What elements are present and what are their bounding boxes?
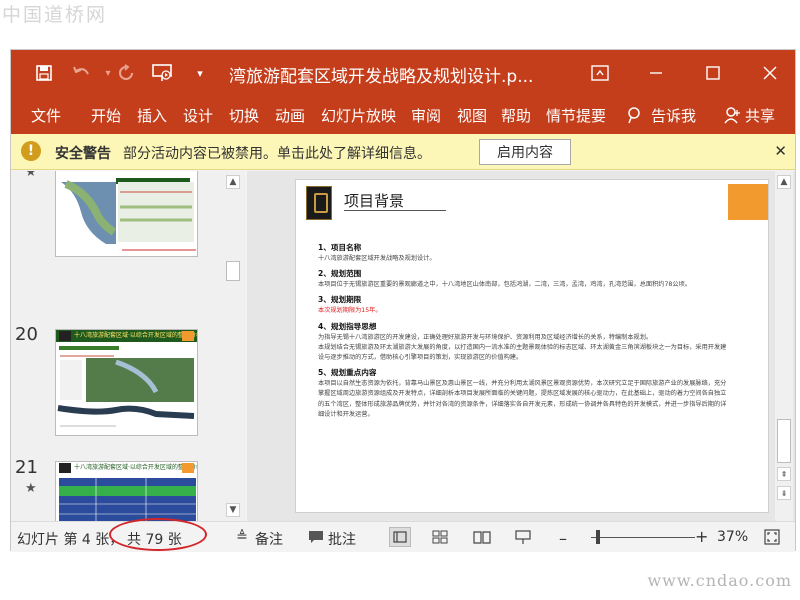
scroll-up-icon[interactable]: ▲: [226, 175, 240, 189]
watermark-bottom: www.cndao.com: [647, 571, 792, 590]
slide-counter: 幻灯片 第 4 张，: [17, 532, 124, 548]
close-security-bar-icon[interactable]: ✕: [774, 142, 787, 160]
scrollbar-thumb[interactable]: [226, 261, 240, 281]
zoom-out-icon[interactable]: –: [559, 529, 567, 548]
slide-scrollbar[interactable]: ▲ ⇞ ⇟: [775, 171, 793, 521]
powerpoint-window: ▾ ▾ 湾旅游配套区域开发战略及规划设计.p... 文件 开始 插入 设计 切换…: [10, 49, 796, 552]
security-warning-title: 安全警告: [55, 146, 111, 162]
lightbulb-icon: [625, 106, 643, 128]
orange-accent-block: [728, 184, 768, 220]
section-text: 本项目以自然生态资源为依托，背靠马山景区及惠山景区一线，并充分利用太湖风景区景观…: [318, 380, 727, 418]
section-text: 十八湾旅游配套区域开发战略及规划设计。: [318, 255, 436, 262]
present-from-start-icon[interactable]: [151, 62, 173, 84]
annotation-circle: [109, 518, 207, 551]
save-icon[interactable]: [33, 62, 55, 84]
thumbnail-pane: ★ 20 十八湾旅游配套区域·以综合开发区域的整体分析 21 ★ 十八湾旅游配套…: [11, 171, 245, 521]
zoom-slider-handle[interactable]: [596, 530, 600, 544]
tab-insert[interactable]: 插入: [137, 105, 167, 126]
slide-number: 21: [15, 457, 38, 478]
tab-home[interactable]: 开始: [91, 105, 121, 126]
section-text: 本项目位于无锡旅游区重要的景观廊道之中，十八湾地区山体南部，包括鸿湖，二湾，三湾…: [318, 281, 691, 289]
enable-content-button[interactable]: 启用内容: [479, 139, 571, 165]
notes-icon[interactable]: ≜: [233, 529, 251, 545]
ribbon-tabs: 文件 开始 插入 设计 切换 动画 幻灯片放映 审阅 视图 帮助 情节提要 告诉…: [11, 96, 795, 134]
normal-view-icon[interactable]: [389, 527, 411, 547]
customize-qat-icon[interactable]: ▾: [189, 62, 211, 84]
slide-body: 1、项目名称 十八湾旅游配套区域开发战略及规划设计。 2、规划范围 本项目位于无…: [318, 238, 730, 420]
section-heading: 4、规划指导思想: [318, 321, 377, 331]
zoom-in-icon[interactable]: +: [695, 527, 708, 546]
share-button[interactable]: 共享: [745, 105, 775, 126]
ribbon-display-options-icon[interactable]: [585, 58, 615, 88]
scroll-down-double-icon[interactable]: ⇟: [777, 486, 791, 500]
slide-number: 20: [15, 324, 38, 345]
company-logo: [306, 186, 332, 220]
zoom-level[interactable]: 37%: [717, 529, 748, 545]
title-bar: ▾ ▾ 湾旅游配套区域开发战略及规划设计.p...: [11, 50, 795, 96]
fit-slide-icon[interactable]: [763, 529, 781, 545]
tell-me-search[interactable]: 告诉我: [651, 105, 696, 126]
tab-review[interactable]: 审阅: [411, 105, 441, 126]
slide-sorter-icon[interactable]: [431, 529, 449, 545]
document-title: 湾旅游配套区域开发战略及规划设计.p...: [229, 67, 534, 87]
reading-view-icon[interactable]: [473, 529, 491, 545]
scrollbar-thumb[interactable]: [777, 419, 791, 463]
slide-thumbnail-20[interactable]: 十八湾旅游配套区域·以综合开发区域的整体分析: [55, 329, 198, 436]
section-text: 本规划结合无锡旅游及环太湖旅游大发展的角度，以打造国内一流水准的主题景观体验的标…: [318, 343, 727, 362]
tab-help[interactable]: 帮助: [501, 105, 531, 126]
comments-icon[interactable]: [307, 529, 325, 545]
scroll-down-icon[interactable]: ▼: [226, 503, 240, 517]
animation-star-icon: ★: [25, 481, 37, 496]
section-heading: 3、规划期限: [318, 295, 362, 305]
maximize-icon[interactable]: [698, 58, 728, 88]
section-heading: 2、规划范围: [318, 269, 362, 279]
security-warning-bar: ! 安全警告 部分活动内容已被禁用。单击此处了解详细信息。 启用内容 ✕: [11, 134, 795, 170]
thumbnail-scrollbar[interactable]: ▲ ▼: [224, 171, 242, 521]
slide-show-icon[interactable]: [514, 529, 532, 545]
slide-editor: 项目背景 1、项目名称 十八湾旅游配套区域开发战略及规划设计。 2、规划范围 本…: [247, 171, 795, 521]
undo-icon[interactable]: [71, 62, 93, 84]
tab-view[interactable]: 视图: [457, 105, 487, 126]
section-text-highlight: 本次规划期限为15年。: [318, 307, 382, 315]
share-person-icon: [723, 106, 741, 128]
tab-slide-show[interactable]: 幻灯片放映: [321, 105, 396, 126]
slide-thumbnail[interactable]: [55, 171, 198, 257]
title-underline: [344, 210, 446, 211]
current-slide[interactable]: 项目背景 1、项目名称 十八湾旅游配套区域开发战略及规划设计。 2、规划范围 本…: [295, 179, 769, 513]
animation-star-icon: ★: [25, 171, 37, 180]
notes-button[interactable]: 备注: [255, 529, 283, 549]
scroll-up-icon[interactable]: ▲: [777, 175, 791, 189]
tab-file[interactable]: 文件: [31, 105, 61, 126]
section-heading: 1、项目名称: [318, 243, 362, 252]
scroll-up-double-icon[interactable]: ⇞: [777, 467, 791, 481]
watermark-top: 中国道桥网: [2, 4, 108, 26]
slide-thumbnail-21[interactable]: 十八湾旅游配套区域·以综合开发区域的整体分析: [55, 461, 198, 521]
tab-design[interactable]: 设计: [183, 105, 213, 126]
section-text: 为指导无锡十八湾旅游区的开发建设，正确处理好旅游开发与环境保护、资源利用及区域经…: [318, 333, 653, 341]
warning-icon: !: [21, 141, 41, 161]
section-heading: 5、规划重点内容: [318, 368, 377, 378]
redo-icon[interactable]: [115, 62, 137, 84]
zoom-slider[interactable]: [591, 537, 695, 538]
slide-title: 项目背景: [344, 192, 405, 210]
tab-transitions[interactable]: 切换: [229, 105, 259, 126]
minimize-icon[interactable]: [641, 58, 671, 88]
tab-animations[interactable]: 动画: [275, 105, 305, 126]
close-icon[interactable]: [755, 58, 785, 88]
comments-button[interactable]: 批注: [328, 529, 356, 549]
security-warning-message[interactable]: 部分活动内容已被禁用。单击此处了解详细信息。: [123, 143, 431, 163]
tab-storyboarding[interactable]: 情节提要: [546, 105, 606, 126]
